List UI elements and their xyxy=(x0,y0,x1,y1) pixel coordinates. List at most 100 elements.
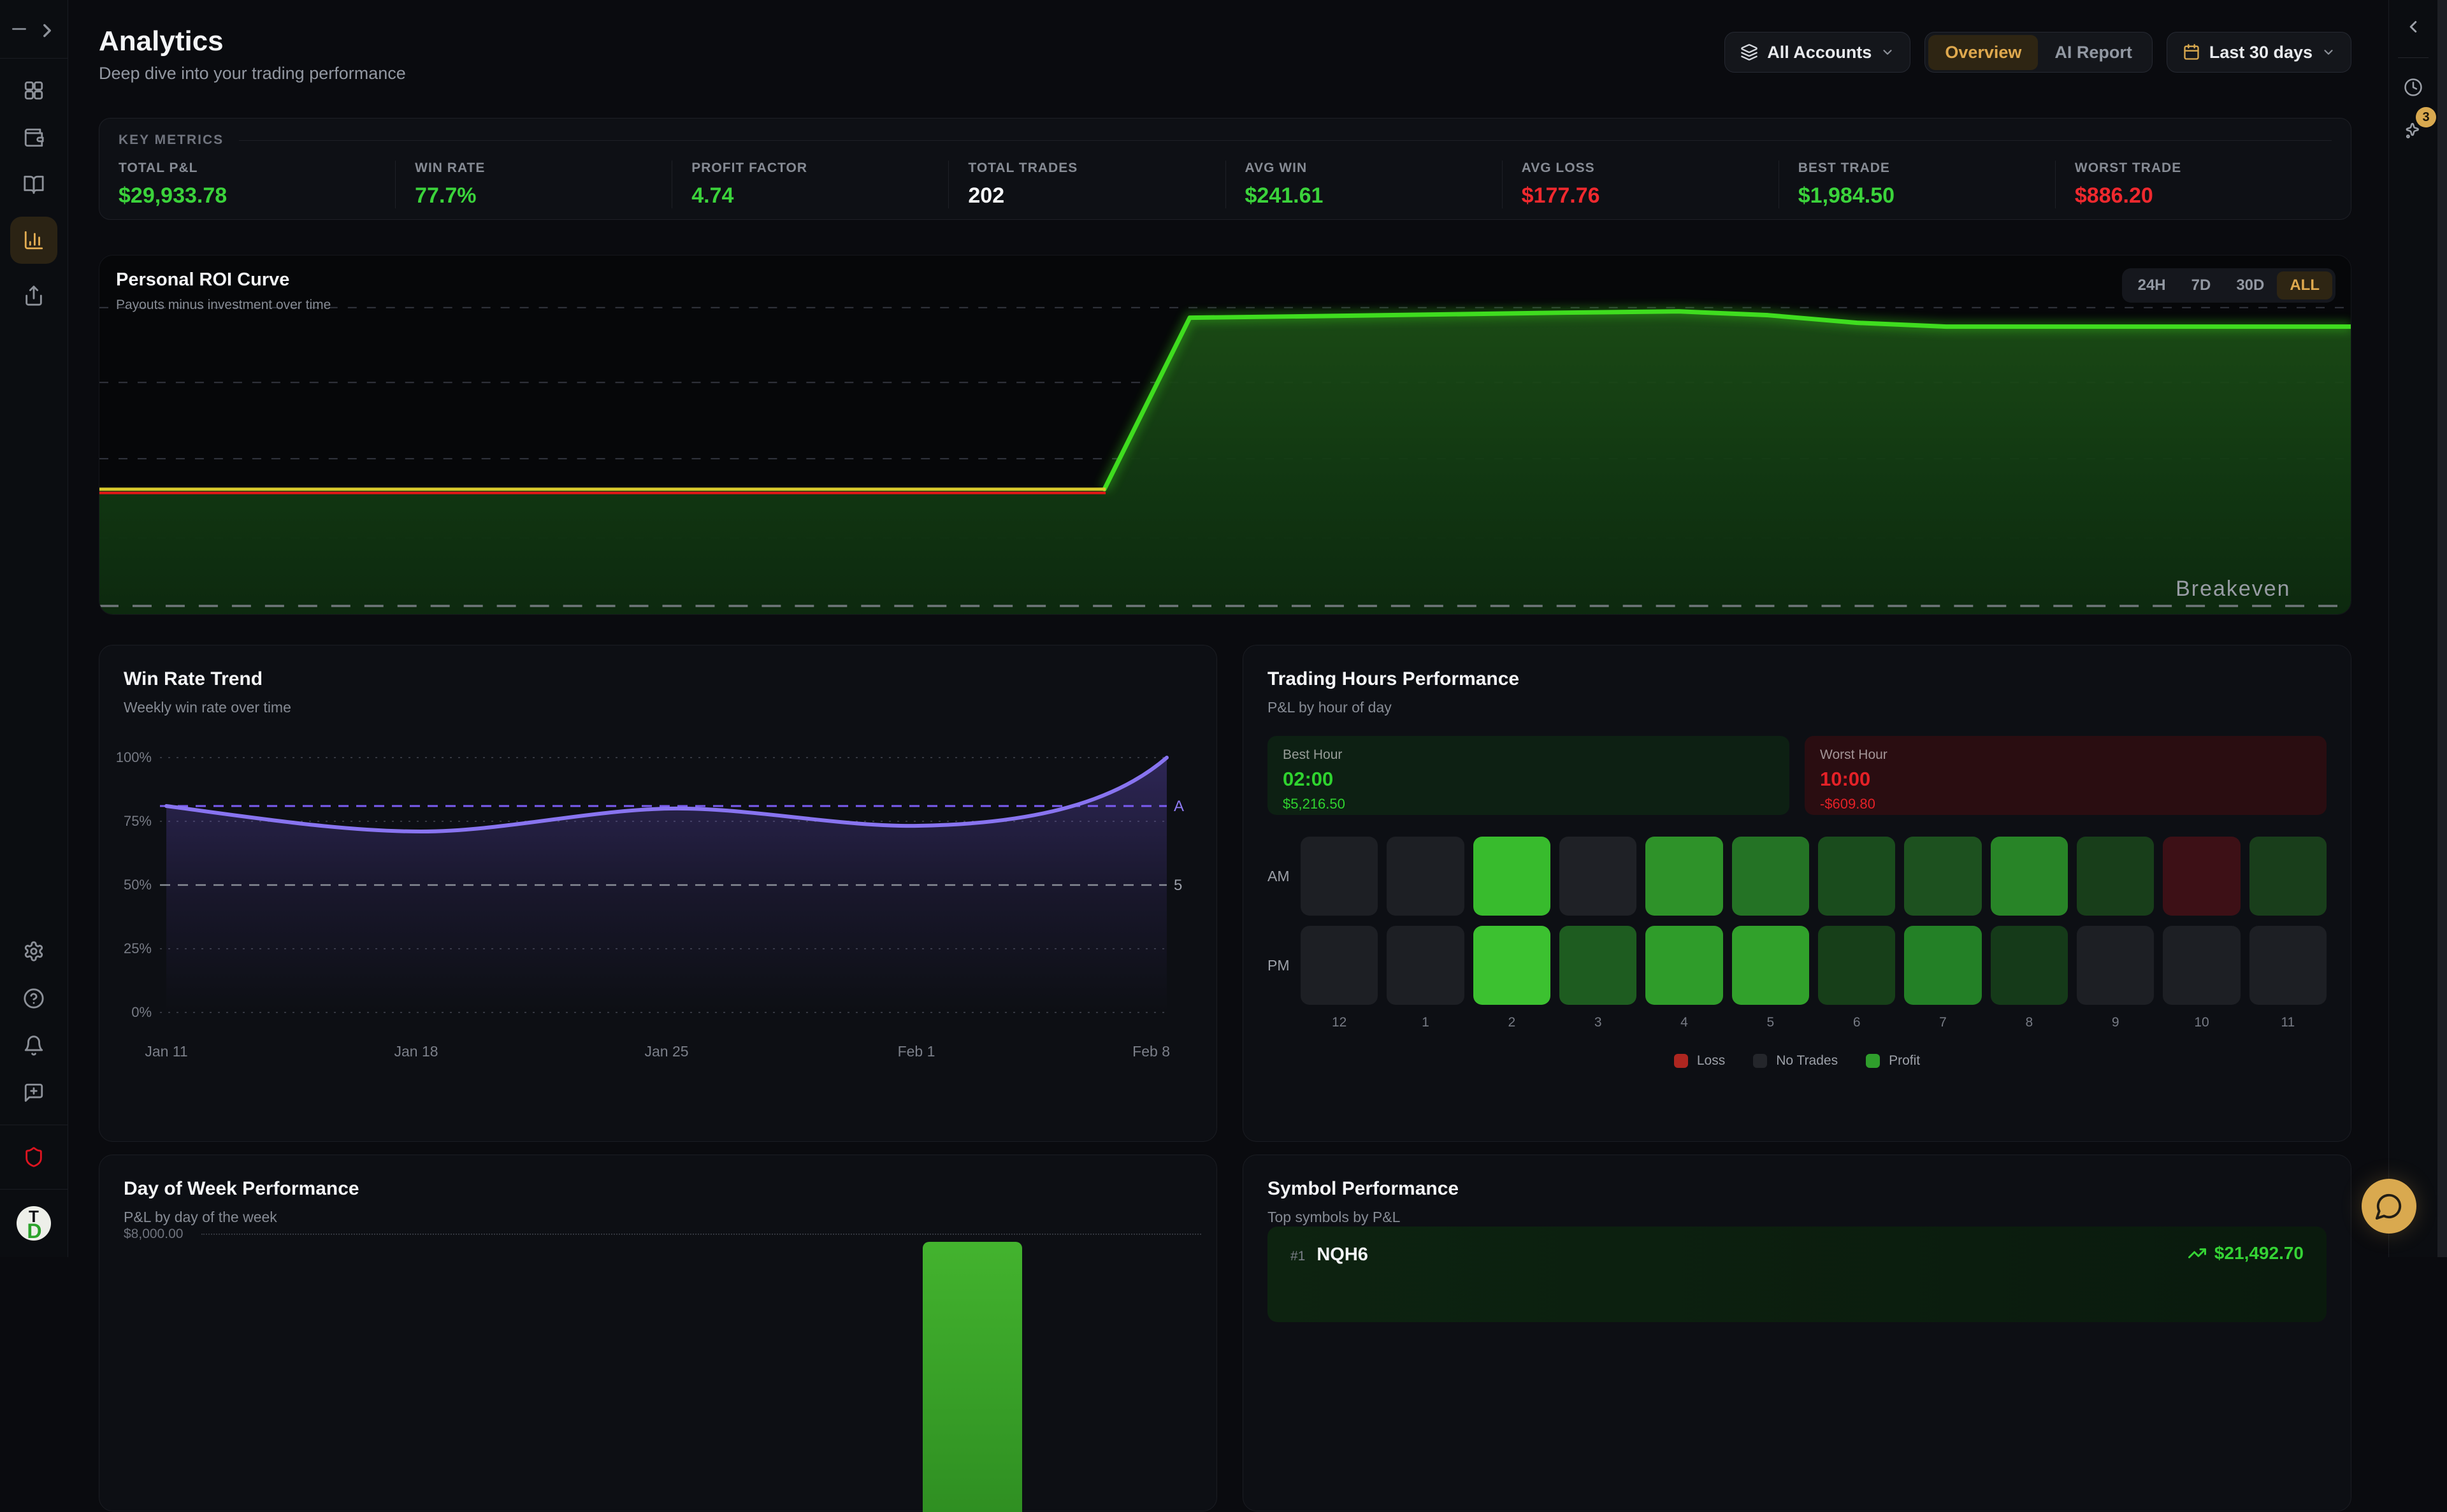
heatmap-cell-pm-1[interactable] xyxy=(1387,926,1464,1005)
hour-label: 8 xyxy=(1991,1015,2068,1030)
metric-worst-trade: WORST TRADE $886.20 xyxy=(2055,161,2332,208)
metric-avg-loss: AVG LOSS $177.76 xyxy=(1502,161,1779,208)
heatmap-cell-pm-7[interactable] xyxy=(1904,926,1981,1005)
metric-total-pnl: TOTAL P&L $29,933.78 xyxy=(119,161,395,208)
metric-profit-factor: PROFIT FACTOR 4.74 xyxy=(672,161,948,208)
share-upload-icon xyxy=(23,285,45,306)
hour-label: 1 xyxy=(1387,1015,1464,1030)
account-filter-label: All Accounts xyxy=(1767,43,1872,62)
chat-button[interactable] xyxy=(2362,1179,2416,1234)
heatmap-cell-pm-11[interactable] xyxy=(2249,926,2327,1005)
clock-icon xyxy=(2404,78,2423,97)
heatmap-cell-pm-6[interactable] xyxy=(1818,926,1895,1005)
heatmap-cell-am-10[interactable] xyxy=(2163,837,2240,916)
win-rate-y-axis: 100% 75% 50% 25% 0% xyxy=(116,749,152,1020)
avatar[interactable]: T D xyxy=(17,1206,51,1241)
sidebar-item-security[interactable] xyxy=(18,1142,49,1172)
sidebar-item-analytics[interactable] xyxy=(10,217,57,264)
heatmap-cell-am-7[interactable] xyxy=(1904,837,1981,916)
svg-text:Jan 18: Jan 18 xyxy=(394,1043,438,1060)
hour-label: 5 xyxy=(1732,1015,1809,1030)
sidebar-item-help[interactable] xyxy=(18,983,49,1014)
svg-text:25%: 25% xyxy=(124,940,152,956)
heatmap-legend: Loss No Trades Profit xyxy=(1267,1053,2327,1069)
sidebar-item-feedback[interactable] xyxy=(18,1077,49,1108)
history-button[interactable] xyxy=(2398,72,2429,103)
message-square-plus-icon xyxy=(23,1082,45,1104)
heatmap-cell-am-11[interactable] xyxy=(2249,837,2327,916)
ai-assistant-button[interactable]: 3 xyxy=(2398,116,2429,147)
metric-win-rate: WIN RATE 77.7% xyxy=(395,161,672,208)
heatmap-cell-am-8[interactable] xyxy=(1991,837,2068,916)
collapse-panel-button[interactable] xyxy=(2398,11,2429,42)
tab-ai-report[interactable]: AI Report xyxy=(2038,35,2149,70)
range-7d[interactable]: 7D xyxy=(2179,271,2224,299)
avg-marker-label: A xyxy=(1174,798,1184,815)
left-sidebar: T D xyxy=(0,0,68,1257)
heatmap-cell-pm-5[interactable] xyxy=(1732,926,1809,1005)
tab-overview[interactable]: Overview xyxy=(1928,35,2038,70)
svg-text:75%: 75% xyxy=(124,813,152,829)
hour-label: 10 xyxy=(2163,1015,2240,1030)
heatmap-cell-am-9[interactable] xyxy=(2077,837,2154,916)
hour-label: 11 xyxy=(2249,1015,2327,1030)
heatmap-row-pm xyxy=(1301,926,2327,1005)
sidebar-item-settings[interactable] xyxy=(18,936,49,967)
date-range-label: Last 30 days xyxy=(2209,43,2313,62)
sidebar-item-export[interactable] xyxy=(18,280,49,311)
win-rate-chart[interactable]: 100% 75% 50% 25% 0% A 5 Jan 11 Jan 18 Ja… xyxy=(112,735,1195,1091)
page-subtitle: Deep dive into your trading performance xyxy=(99,64,406,83)
day-of-week-title: Day of Week Performance xyxy=(124,1178,359,1200)
heatmap-cell-pm-2[interactable] xyxy=(1473,926,1550,1005)
range-30d[interactable]: 30D xyxy=(2223,271,2277,299)
sidebar-item-dashboard[interactable] xyxy=(18,75,49,106)
logo-dash-icon xyxy=(12,28,26,30)
main-content: Analytics Deep dive into your trading pe… xyxy=(68,0,2388,1257)
svg-text:50%: 50% xyxy=(124,877,152,893)
symbol-row[interactable]: #1 NQH6 $21,492.70 xyxy=(1267,1227,2327,1322)
trading-hours-title: Trading Hours Performance xyxy=(1267,668,1519,690)
sidebar-item-journal[interactable] xyxy=(18,169,49,200)
heatmap-cell-am-3[interactable] xyxy=(1559,837,1636,916)
win-rate-subtitle: Weekly win rate over time xyxy=(124,699,291,716)
roi-curve-chart[interactable]: Breakeven xyxy=(99,256,2351,614)
symbol-name: NQH6 xyxy=(1317,1244,1368,1265)
heatmap-cell-pm-8[interactable] xyxy=(1991,926,2068,1005)
roi-area-fill xyxy=(99,312,2351,614)
heatmap-cell-pm-4[interactable] xyxy=(1645,926,1722,1005)
heatmap-cell-pm-12[interactable] xyxy=(1301,926,1378,1005)
day-of-week-card: Day of Week Performance P&L by day of th… xyxy=(99,1155,1217,1511)
bar-chart-icon xyxy=(23,229,45,251)
legend-no-trades: No Trades xyxy=(1753,1053,1838,1069)
sidebar-item-wallet[interactable] xyxy=(18,122,49,153)
book-open-icon xyxy=(23,174,45,196)
heatmap-cell-am-5[interactable] xyxy=(1732,837,1809,916)
panel-divider xyxy=(2398,57,2429,58)
heatmap-cell-pm-9[interactable] xyxy=(2077,926,2154,1005)
range-24h[interactable]: 24H xyxy=(2125,271,2179,299)
view-tabs: Overview AI Report xyxy=(1924,32,2153,73)
chevron-down-icon xyxy=(1880,45,1895,59)
heatmap-hour-labels: 121234567891011 xyxy=(1301,1015,2327,1030)
legend-profit: Profit xyxy=(1866,1053,1920,1069)
right-sidebar: 3 xyxy=(2388,0,2437,1257)
heatmap-row-label-am: AM xyxy=(1267,837,1301,916)
heatmap-row-label-pm: PM xyxy=(1267,926,1301,1005)
mid-marker-label: 5 xyxy=(1174,877,1182,894)
date-range-dropdown[interactable]: Last 30 days xyxy=(2167,32,2351,73)
range-all[interactable]: ALL xyxy=(2277,271,2332,299)
svg-text:0%: 0% xyxy=(131,1004,152,1020)
symbol-pnl: $21,492.70 xyxy=(2214,1243,2304,1264)
heatmap-cell-am-12[interactable] xyxy=(1301,837,1378,916)
heatmap-cell-pm-10[interactable] xyxy=(2163,926,2240,1005)
account-filter-dropdown[interactable]: All Accounts xyxy=(1724,32,1910,73)
sidebar-item-notifications[interactable] xyxy=(18,1030,49,1061)
heatmap-cell-am-1[interactable] xyxy=(1387,837,1464,916)
heatmap-cell-am-2[interactable] xyxy=(1473,837,1550,916)
heatmap-cell-am-6[interactable] xyxy=(1818,837,1895,916)
heatmap-row-am xyxy=(1301,837,2327,916)
bar-segment[interactable] xyxy=(923,1242,1022,1512)
heatmap-cell-pm-3[interactable] xyxy=(1559,926,1636,1005)
expand-sidebar-button[interactable] xyxy=(36,20,55,39)
heatmap-cell-am-4[interactable] xyxy=(1645,837,1722,916)
